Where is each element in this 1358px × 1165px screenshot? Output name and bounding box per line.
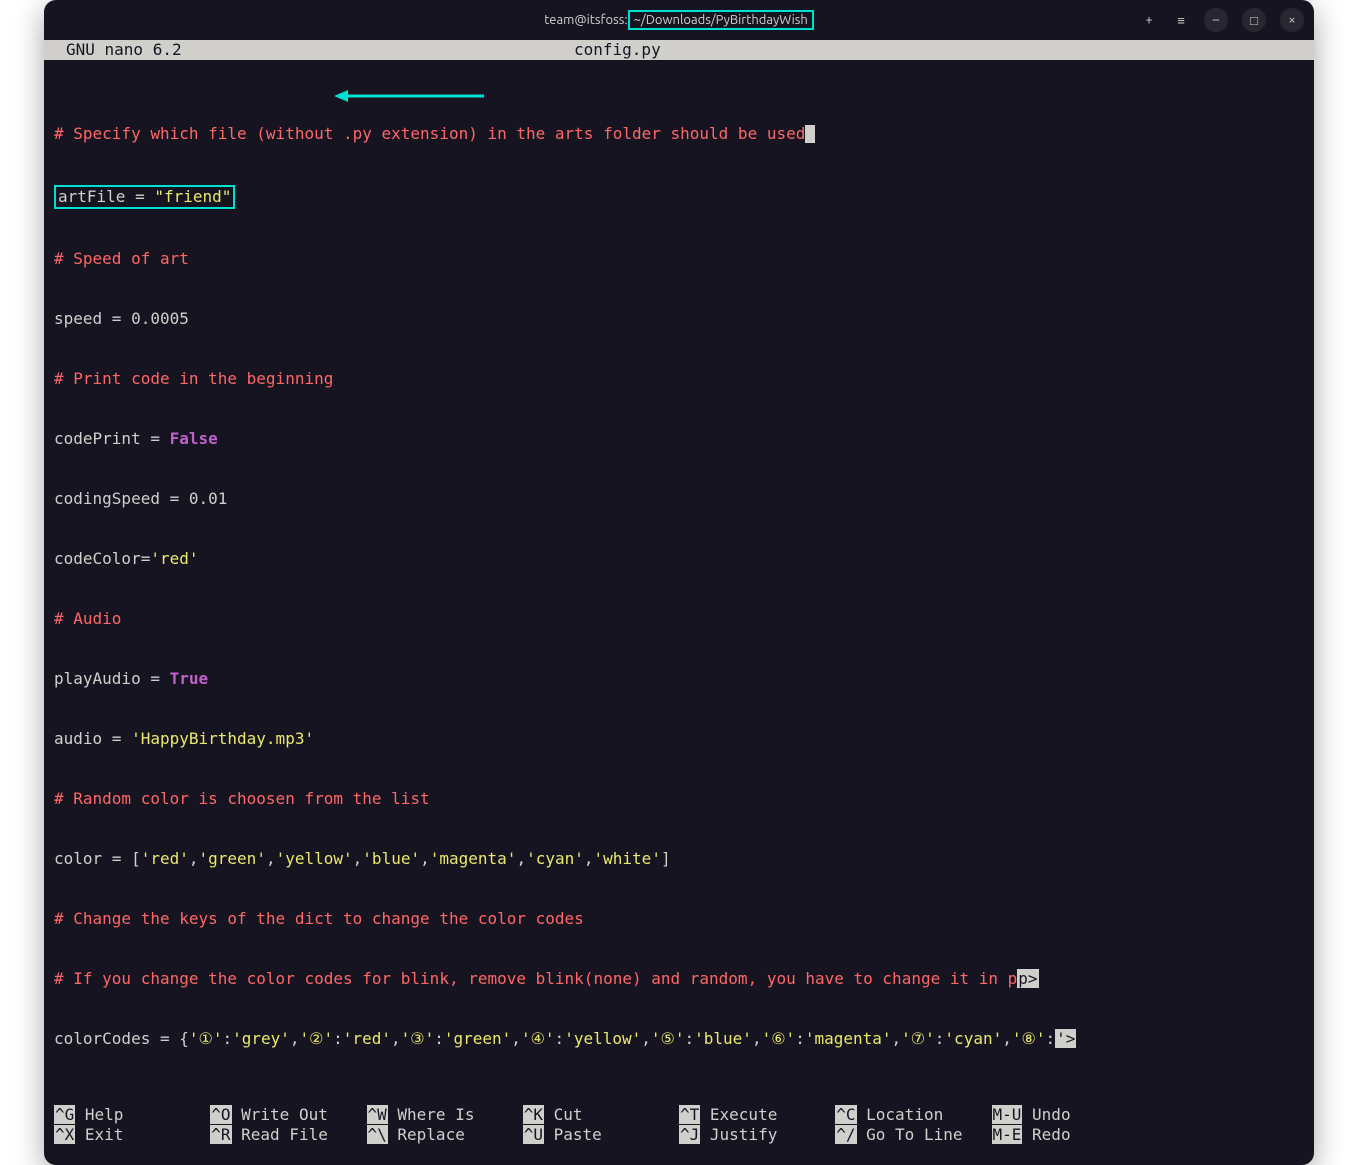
help-item: M-U Undo — [992, 1105, 1148, 1125]
help-item: ^G Help — [54, 1105, 210, 1125]
nano-help-bar: ^G Help ^O Write Out ^W Where Is ^K Cut … — [44, 1099, 1314, 1145]
code-comment: # Audio — [54, 609, 1304, 629]
code-line: speed = 0.0005 — [54, 309, 1304, 329]
cursor — [805, 125, 815, 143]
code-comment: # Speed of art — [54, 249, 1304, 269]
annotation-highlight-box: artFile = "friend" — [54, 185, 235, 209]
nano-filename: config.py — [574, 40, 661, 60]
nano-version: GNU nano 6.2 — [44, 40, 574, 60]
maximize-button[interactable]: □ — [1242, 8, 1266, 32]
help-item: ^U Paste — [523, 1125, 679, 1145]
line-overflow-marker: '> — [1055, 1029, 1076, 1048]
help-item: ^J Justify — [679, 1125, 835, 1145]
help-item: ^K Cut — [523, 1105, 679, 1125]
help-item: ^O Write Out — [210, 1105, 366, 1125]
nano-header-bar: GNU nano 6.2 config.py — [44, 40, 1314, 60]
help-item: ^X Exit — [54, 1125, 210, 1145]
window-title: team@itsfoss: ~/Downloads/PyBirthdayWish — [544, 10, 814, 30]
menu-button[interactable]: ≡ — [1172, 8, 1190, 32]
code-line: codingSpeed = 0.01 — [54, 489, 1304, 509]
help-item: M-E Redo — [992, 1125, 1148, 1145]
editor-area[interactable]: # Specify which file (without .py extens… — [44, 60, 1314, 1099]
window-titlebar: team@itsfoss: ~/Downloads/PyBirthdayWish… — [44, 0, 1314, 40]
help-item: ^/ Go To Line — [835, 1125, 991, 1145]
title-path-highlighted: ~/Downloads/PyBirthdayWish — [628, 10, 814, 30]
code-comment: # Random color is choosen from the list — [54, 789, 1304, 809]
new-tab-button[interactable]: + — [1140, 8, 1158, 32]
help-item: ^C Location — [835, 1105, 991, 1125]
close-button[interactable]: × — [1280, 8, 1304, 32]
minimize-button[interactable]: – — [1204, 8, 1228, 32]
line-overflow-marker: p> — [1017, 969, 1038, 988]
code-comment: # Print code in the beginning — [54, 369, 1304, 389]
title-user-host: team@itsfoss: — [544, 13, 627, 27]
help-item: ^R Read File — [210, 1125, 366, 1145]
annotation-arrow — [334, 88, 484, 104]
help-item: ^W Where Is — [367, 1105, 523, 1125]
terminal-window: team@itsfoss: ~/Downloads/PyBirthdayWish… — [44, 0, 1314, 1165]
help-item: ^T Execute — [679, 1105, 835, 1125]
code-comment: # Specify which file (without .py extens… — [54, 124, 805, 143]
window-controls: + ≡ – □ × — [1140, 8, 1304, 32]
help-item: ^\ Replace — [367, 1125, 523, 1145]
code-comment: # Change the keys of the dict to change … — [54, 909, 1304, 929]
